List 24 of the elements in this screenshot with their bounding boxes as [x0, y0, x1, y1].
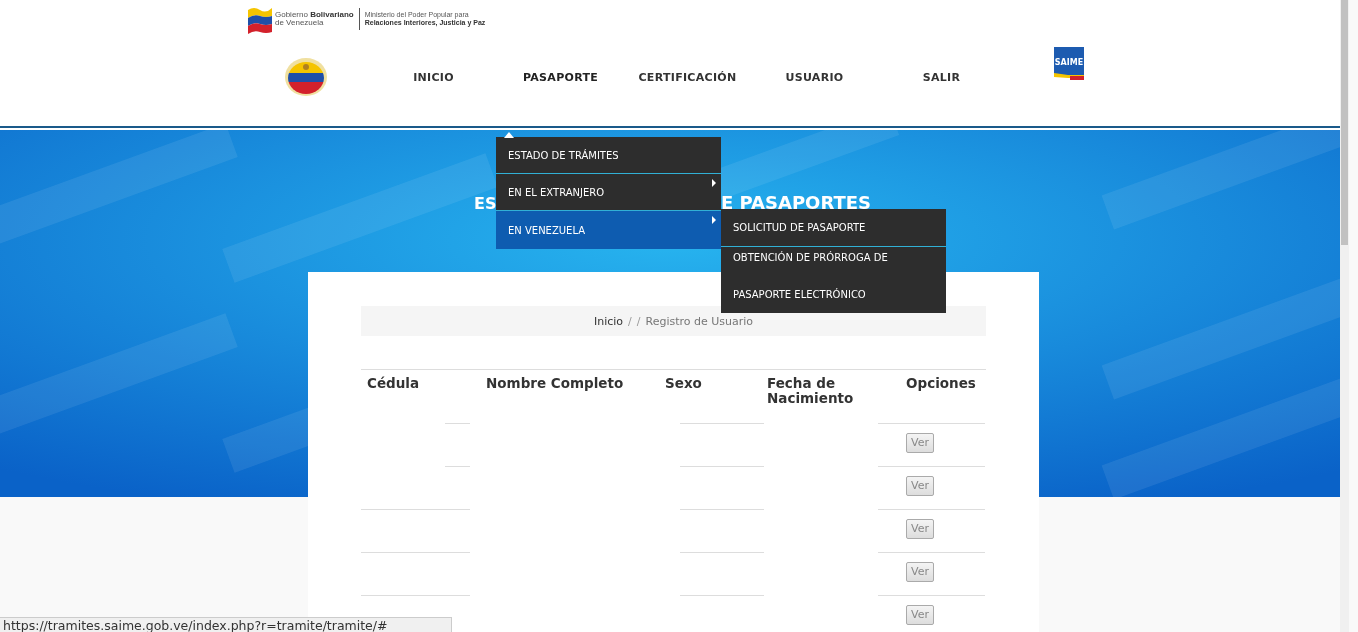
- breadcrumb-separator: /: [636, 314, 641, 328]
- menu-item[interactable]: ESTADO DE TRÁMITES: [496, 137, 721, 174]
- breadcrumb-link[interactable]: Inicio: [593, 314, 624, 328]
- column-header: Cédula: [366, 374, 421, 393]
- nav-link[interactable]: USUARIO: [751, 70, 878, 84]
- government-name: Gobierno Bolivariano: [275, 11, 354, 19]
- column-header: Sexo: [665, 374, 703, 393]
- pointer-icon: [504, 132, 514, 138]
- menu-item[interactable]: EN VENEZUELA: [496, 211, 721, 249]
- column-header: Fecha de Nacimiento: [766, 374, 855, 408]
- column-header: Opciones: [905, 374, 977, 393]
- nav-link[interactable]: PASAPORTE: [497, 70, 624, 84]
- agency-logo: SAIME: [1054, 47, 1084, 81]
- page-heading: ES: [474, 194, 497, 213]
- nav-link[interactable]: INICIO: [370, 70, 497, 84]
- nav-link[interactable]: CERTIFICACIÓN: [624, 70, 751, 84]
- scrollbar[interactable]: [1340, 0, 1349, 632]
- status-bar-url: https://tramites.saime.gob.ve/index.php?r=tramite/tramite/#: [0, 617, 452, 632]
- nav-link[interactable]: SALIR: [878, 70, 1005, 84]
- government-country: de Venezuela: [275, 19, 325, 27]
- breadcrumb-separator: /: [628, 314, 632, 328]
- breadcrumb-current: Registro de Usuario: [645, 314, 754, 328]
- seal-icon: [284, 57, 328, 97]
- submenu-item[interactable]: SOLICITUD DE PASAPORTE: [721, 209, 946, 247]
